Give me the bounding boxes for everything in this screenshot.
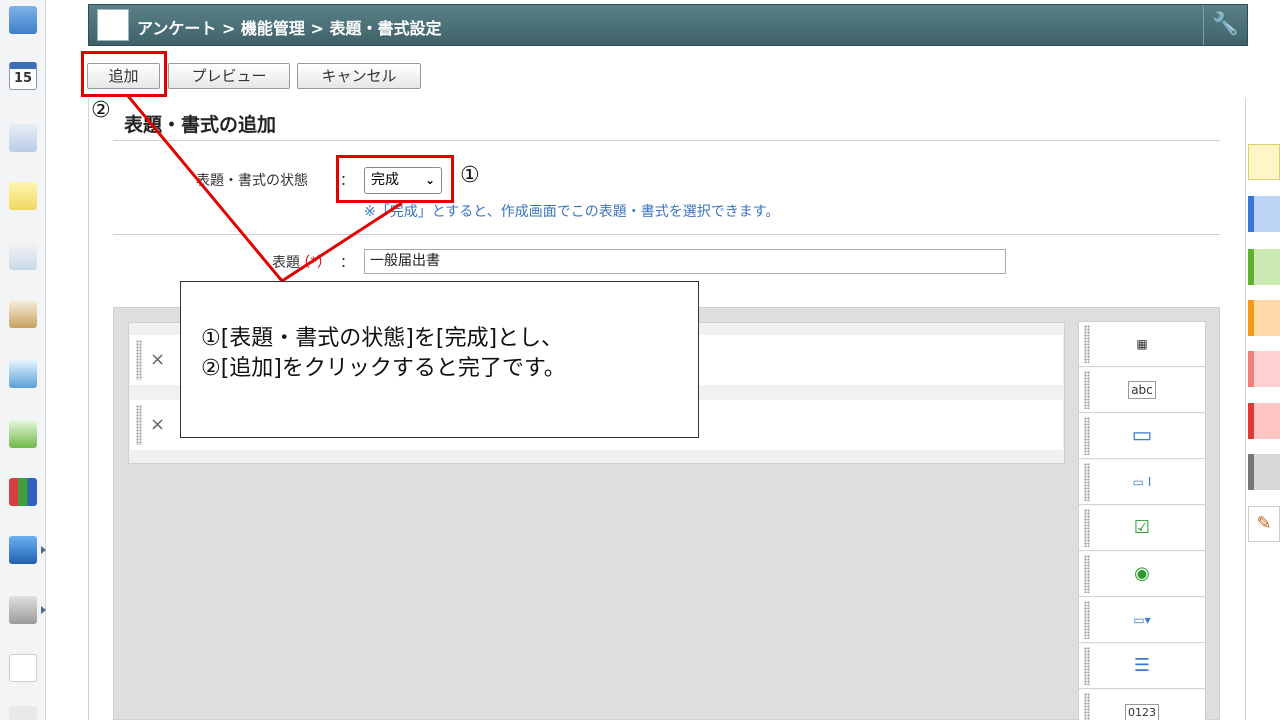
marker-2: ② xyxy=(91,98,111,123)
callout-line-2: ②[追加]をクリックすると完了です。 xyxy=(201,356,566,381)
callout-box: ①[表題・書式の状態]を[完成]とし、 ②[追加]をクリックすると完了です。 xyxy=(180,281,699,438)
marker-1: ① xyxy=(460,163,480,188)
callout-line-1: ①[表題・書式の状態]を[完成]とし、 xyxy=(201,326,564,351)
